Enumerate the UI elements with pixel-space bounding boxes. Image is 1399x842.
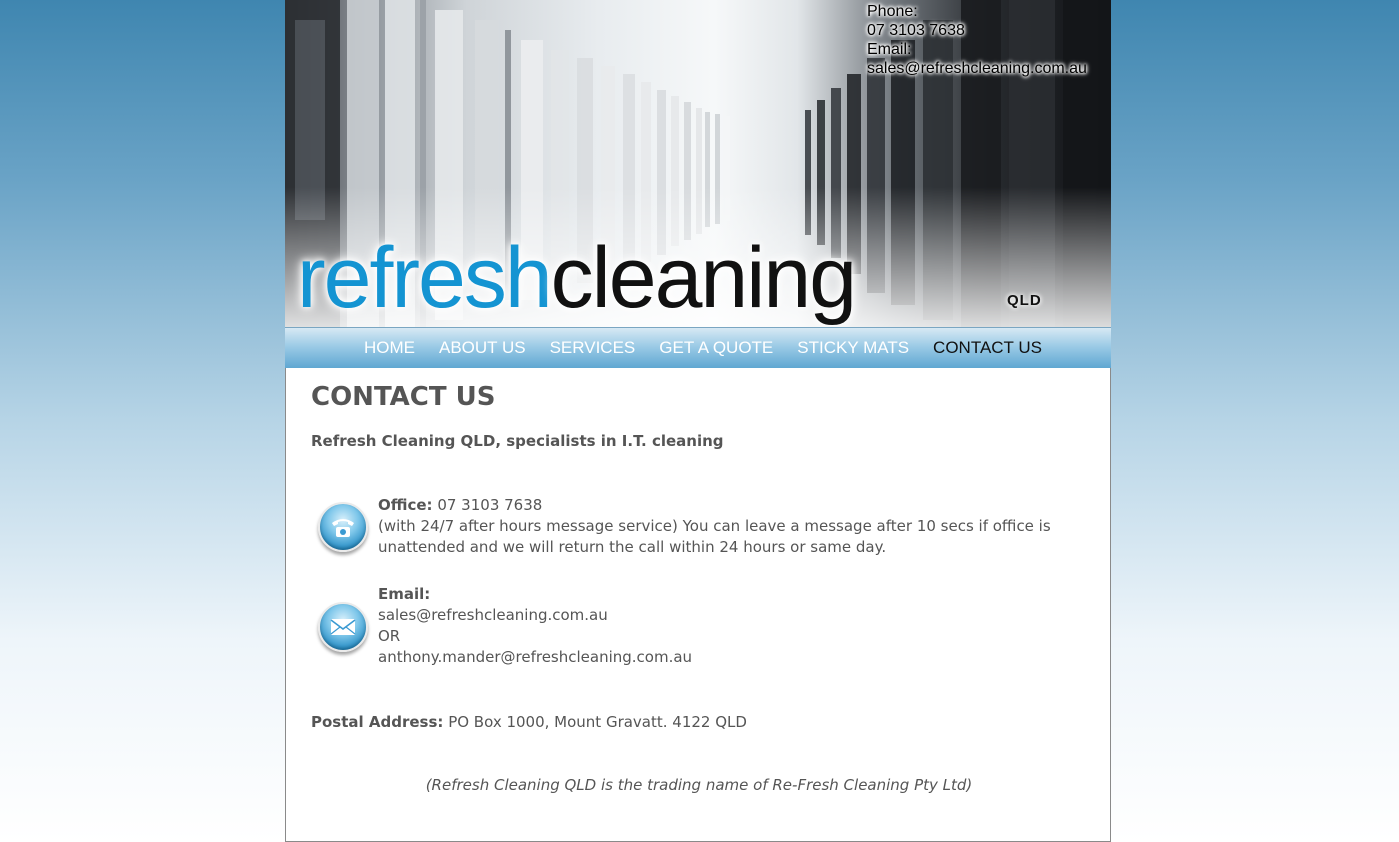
email-address-1[interactable]: sales@refreshcleaning.com.au [378, 606, 608, 624]
nav-about-us[interactable]: ABOUT US [439, 338, 526, 358]
postal-label: Postal Address: [311, 713, 444, 731]
main-nav: HOME ABOUT US SERVICES GET A QUOTE STICK… [285, 327, 1111, 368]
email-or: OR [378, 627, 401, 645]
header-phone-label: Phone: [867, 3, 918, 20]
email-address-2[interactable]: anthony.mander@refreshcleaning.com.au [378, 648, 692, 666]
logo-qld: QLD [1007, 292, 1042, 309]
header-banner: Phone: 07 3103 7638 Email: sales@refresh… [285, 0, 1111, 327]
header-email-label: Email: [867, 41, 912, 58]
nav-sticky-mats[interactable]: STICKY MATS [797, 338, 909, 358]
main-content: CONTACT US Refresh Cleaning QLD, special… [285, 368, 1111, 842]
postal-value: PO Box 1000, Mount Gravatt. 4122 QLD [448, 713, 747, 731]
header-phone[interactable]: 07 3103 7638 [867, 21, 1107, 40]
nav-services[interactable]: SERVICES [550, 338, 636, 358]
nav-get-a-quote[interactable]: GET A QUOTE [659, 338, 773, 358]
logo-cleaning: cleaning [550, 230, 857, 326]
tagline: Refresh Cleaning QLD, specialists in I.T… [311, 432, 724, 450]
email-label: Email: [378, 585, 431, 603]
office-block: Office: 07 3103 7638 (with 24/7 after ho… [378, 495, 1078, 558]
office-phone[interactable]: 07 3103 7638 [437, 496, 542, 514]
telephone-icon [318, 502, 368, 552]
nav-contact-us[interactable]: CONTACT US [933, 338, 1042, 358]
postal-address: Postal Address: PO Box 1000, Mount Grava… [311, 713, 747, 731]
page-title: CONTACT US [311, 382, 496, 412]
trading-name-note: (Refresh Cleaning QLD is the trading nam… [425, 776, 973, 794]
email-block: Email: sales@refreshcleaning.com.au OR a… [378, 584, 1078, 668]
nav-home[interactable]: HOME [364, 338, 415, 358]
header-email[interactable]: sales@refreshcleaning.com.au [867, 59, 1107, 78]
logo-refresh: refresh [297, 230, 553, 326]
envelope-icon [318, 602, 368, 652]
office-note: (with 24/7 after hours message service) … [378, 517, 1051, 556]
header-contact-box: Phone: 07 3103 7638 Email: sales@refresh… [867, 2, 1107, 78]
page: Phone: 07 3103 7638 Email: sales@refresh… [285, 0, 1111, 842]
office-label: Office: [378, 496, 433, 514]
site-logo[interactable]: refreshcleaning [297, 228, 857, 327]
